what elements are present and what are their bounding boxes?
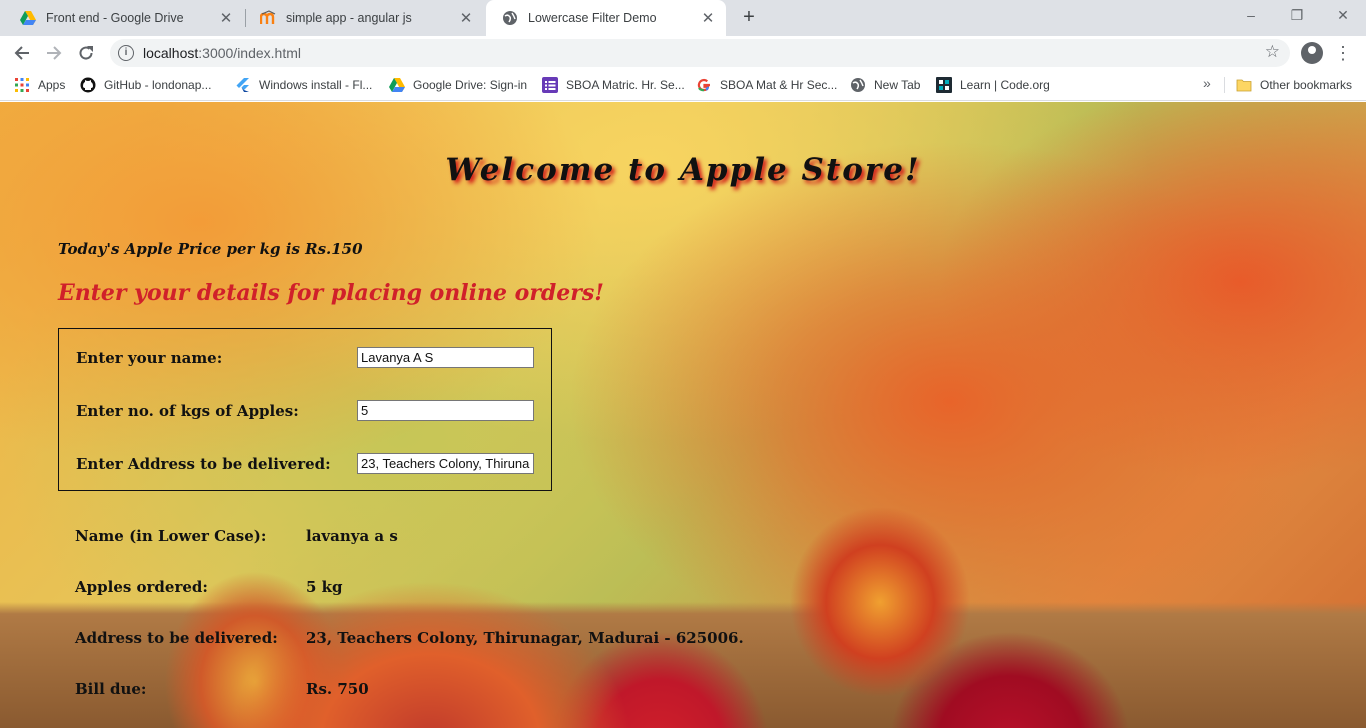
bookmark-label: Apps: [38, 78, 66, 92]
restore-window-button[interactable]: ❐: [1274, 4, 1320, 26]
code-org-icon: [936, 77, 952, 93]
name-row: Enter your name:: [76, 347, 536, 369]
folder-icon: [1236, 79, 1252, 92]
apps-grid-icon: [15, 78, 29, 92]
close-tab-icon[interactable]: ✕: [218, 9, 234, 27]
tab-front-end-google-drive[interactable]: Front end - Google Drive ✕: [4, 0, 244, 36]
tab-title: Lowercase Filter Demo: [528, 11, 657, 25]
site-info-icon[interactable]: i: [118, 45, 134, 61]
bookmarks-overflow-icon[interactable]: »: [1203, 75, 1211, 91]
url-path: :3000/index.html: [198, 45, 301, 61]
forward-button[interactable]: [40, 39, 68, 67]
output-address-value: 23, Teachers Colony, Thirunagar, Madurai…: [306, 629, 744, 647]
bookmark-label: Windows install - Fl...: [259, 78, 373, 92]
bookmarks-divider: [1224, 77, 1225, 93]
order-subheading: Enter your details for placing online or…: [58, 280, 604, 306]
output-name-row: Name (in Lower Case): lavanya a s: [75, 527, 875, 547]
browser-toolbar: i localhost:3000/index.html ☆ ⋮: [0, 36, 1366, 69]
bookmark-star-icon[interactable]: ☆: [1265, 42, 1280, 62]
kgs-label: Enter no. of kgs of Apples:: [76, 402, 299, 420]
address-input[interactable]: [357, 453, 534, 474]
moodle-icon: [260, 10, 276, 24]
new-tab-button[interactable]: +: [738, 5, 760, 29]
page-title: Welcome to Apple Store!: [445, 152, 921, 188]
bookmark-sboa-matric[interactable]: SBOA Matric. Hr. Se...: [542, 76, 685, 94]
bookmark-label: SBOA Mat & Hr Sec...: [720, 78, 838, 92]
arrow-right-icon: [47, 46, 62, 60]
url-host: localhost: [143, 45, 199, 61]
google-drive-icon: [20, 11, 36, 25]
close-window-button[interactable]: ✕: [1320, 4, 1366, 26]
bookmark-new-tab[interactable]: New Tab: [850, 76, 920, 94]
bookmark-label: Other bookmarks: [1260, 78, 1353, 92]
back-button[interactable]: [8, 39, 36, 67]
profile-avatar-icon[interactable]: [1301, 42, 1323, 64]
address-row: Enter Address to be delivered:: [76, 453, 536, 475]
bookmark-label: SBOA Matric. Hr. Se...: [566, 78, 685, 92]
name-label: Enter your name:: [76, 349, 223, 367]
bookmark-apps[interactable]: Apps: [14, 76, 65, 94]
close-tab-icon[interactable]: ✕: [700, 9, 716, 27]
page-viewport: Welcome to Apple Store! Today's Apple Pr…: [0, 102, 1366, 728]
arrow-left-icon: [14, 46, 29, 60]
bookmark-sboa-mat-hr-sec[interactable]: SBOA Mat & Hr Sec...: [696, 76, 837, 94]
bookmark-label: Google Drive: Sign-in: [413, 78, 528, 92]
forms-icon: [542, 77, 558, 93]
menu-kebab-icon[interactable]: ⋮: [1334, 40, 1352, 66]
tab-simple-app-angular-js[interactable]: simple app - angular js ✕: [244, 0, 484, 36]
name-input[interactable]: [357, 347, 534, 368]
output-bill-value: Rs. 750: [306, 680, 369, 698]
output-address-label: Address to be delivered:: [75, 629, 278, 647]
tab-title: Front end - Google Drive: [46, 11, 184, 25]
output-bill-row: Bill due: Rs. 750: [75, 680, 875, 700]
globe-icon: [503, 11, 517, 25]
kgs-input[interactable]: [357, 400, 534, 421]
reload-icon: [79, 46, 93, 60]
minimize-window-button[interactable]: –: [1228, 4, 1274, 26]
bookmark-windows-install[interactable]: Windows install - Fl...: [235, 76, 372, 94]
bookmark-label: New Tab: [874, 78, 921, 92]
address-label: Enter Address to be delivered:: [76, 455, 331, 473]
output-name-value: lavanya a s: [306, 527, 398, 545]
output-apples-value: 5 kg: [306, 578, 343, 596]
globe-icon: [851, 78, 865, 92]
output-apples-row: Apples ordered: 5 kg: [75, 578, 875, 598]
bookmarks-bar: Apps GitHub - londonap... Windows instal…: [0, 69, 1366, 101]
google-icon: [697, 78, 710, 92]
address-url[interactable]: localhost:3000/index.html: [143, 45, 301, 61]
other-bookmarks[interactable]: Other bookmarks: [1236, 76, 1352, 94]
github-icon: [80, 77, 96, 93]
output-apples-label: Apples ordered:: [75, 578, 208, 596]
google-drive-icon: [389, 78, 405, 92]
order-form: Enter your name: Enter no. of kgs of App…: [58, 328, 552, 491]
bookmark-google-drive-signin[interactable]: Google Drive: Sign-in: [389, 76, 527, 94]
bookmark-code-org[interactable]: Learn | Code.org: [936, 76, 1050, 94]
reload-button[interactable]: [72, 39, 100, 67]
bookmark-github[interactable]: GitHub - londonap...: [80, 76, 211, 94]
tab-title: simple app - angular js: [286, 11, 412, 25]
bookmark-label: Learn | Code.org: [960, 78, 1050, 92]
output-name-label: Name (in Lower Case):: [75, 527, 267, 545]
tab-lowercase-filter-demo[interactable]: Lowercase Filter Demo ✕: [486, 0, 726, 36]
output-address-row: Address to be delivered: 23, Teachers Co…: [75, 629, 875, 649]
tab-strip: Front end - Google Drive ✕ simple app - …: [0, 0, 1366, 36]
bookmark-label: GitHub - londonap...: [104, 78, 212, 92]
address-bar[interactable]: i localhost:3000/index.html ☆: [110, 39, 1290, 67]
flutter-icon: [236, 78, 249, 92]
kgs-row: Enter no. of kgs of Apples:: [76, 400, 536, 422]
price-info: Today's Apple Price per kg is Rs.150: [58, 240, 363, 258]
output-bill-label: Bill due:: [75, 680, 147, 698]
close-tab-icon[interactable]: ✕: [458, 9, 474, 27]
